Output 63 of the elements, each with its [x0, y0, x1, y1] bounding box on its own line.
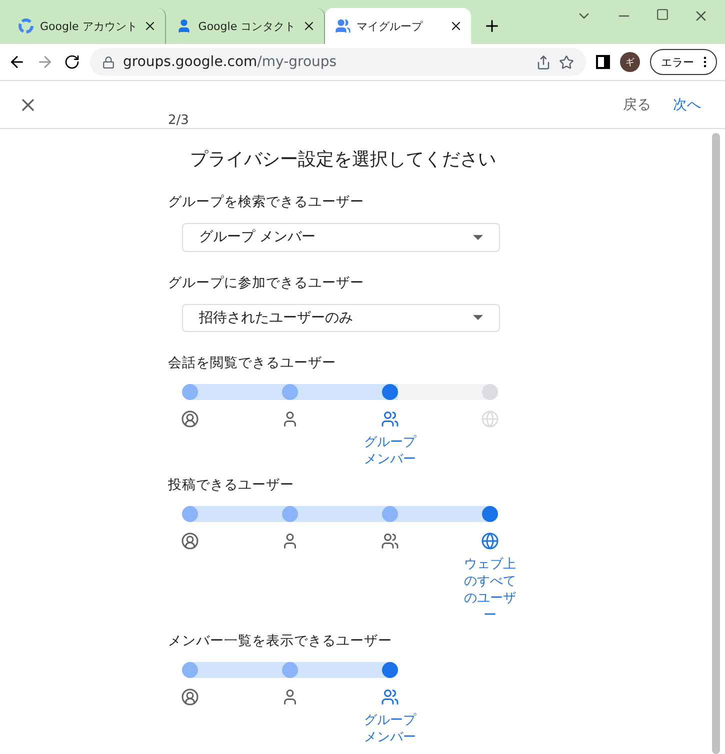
reload-icon[interactable] — [64, 54, 80, 70]
slider-track[interactable] — [182, 384, 498, 400]
browser-tab[interactable]: Google コンタクト — [166, 8, 325, 44]
browser-tab[interactable]: マイグループ — [324, 8, 471, 44]
error-button[interactable]: エラー — [650, 49, 717, 75]
step-caption: グループメンバー — [364, 434, 416, 468]
person-icon — [281, 410, 299, 428]
slider-stop[interactable] — [382, 506, 398, 522]
slider-stop[interactable] — [382, 384, 398, 400]
select-field[interactable]: グループ メンバー — [182, 223, 500, 252]
group-icon — [381, 532, 399, 550]
step-caption: グループメンバー — [364, 712, 416, 746]
slider-track[interactable] — [182, 662, 398, 678]
person-icon — [176, 18, 192, 34]
next-button[interactable]: 次へ — [667, 92, 707, 118]
slider-stop[interactable] — [282, 384, 298, 400]
url-text: groups.google.com/my-groups — [123, 54, 338, 70]
lock-icon — [102, 56, 115, 68]
browser-tab[interactable]: Google アカウント — [8, 8, 166, 44]
group-icon — [334, 18, 351, 34]
slider-stop[interactable] — [182, 662, 198, 678]
owner-icon — [181, 688, 199, 706]
scrollbar[interactable] — [712, 133, 720, 754]
profile-avatar[interactable]: ギ — [620, 52, 640, 72]
slider-stop[interactable] — [282, 662, 298, 678]
group-icon — [381, 410, 399, 428]
setting-label: グループに参加できるユーザー — [168, 274, 365, 292]
share-icon[interactable] — [536, 54, 551, 70]
back-button[interactable]: 戻る — [617, 92, 657, 118]
back-icon[interactable] — [8, 53, 26, 71]
setting-label: 会話を閲覧できるユーザー — [168, 354, 337, 372]
google-logo-icon — [18, 18, 34, 34]
caret-icon — [473, 315, 483, 320]
select-field[interactable]: 招待されたユーザーのみ — [182, 304, 500, 332]
slider-stop[interactable] — [482, 506, 498, 522]
group-icon — [381, 688, 399, 706]
globe-icon — [481, 532, 499, 550]
globe-icon — [481, 410, 499, 428]
slider-stop[interactable] — [182, 384, 198, 400]
slider-stop[interactable] — [182, 506, 198, 522]
slider-stop[interactable] — [382, 662, 398, 678]
caret-icon — [473, 234, 483, 240]
setting-label: メンバー一覧を表示できるユーザー — [168, 632, 393, 650]
star-icon[interactable] — [559, 54, 574, 70]
tab-title: マイグループ — [356, 18, 424, 34]
tab-title: Google アカウント — [40, 18, 138, 34]
slider-stop[interactable] — [482, 384, 498, 400]
slider-track[interactable] — [182, 506, 498, 522]
slider-stop[interactable] — [282, 506, 298, 522]
owner-icon — [181, 532, 199, 550]
setting-label: 投稿できるユーザー — [168, 476, 295, 494]
forward-icon[interactable] — [36, 53, 54, 71]
step-caption: ウェブ上のすべてのユーザー — [464, 556, 516, 624]
maximize-icon[interactable] — [656, 8, 669, 21]
person-icon — [281, 532, 299, 550]
address-bar[interactable]: groups.google.com/my-groups — [90, 48, 586, 76]
person-icon — [281, 688, 299, 706]
setting-label: グループを検索できるユーザー — [168, 193, 365, 211]
owner-icon — [181, 410, 199, 428]
page-title: プライバシー設定を選択してください — [190, 148, 497, 171]
tab-title: Google コンタクト — [198, 18, 296, 34]
step-counter: 2/3 — [168, 113, 189, 128]
side-panel-icon[interactable] — [596, 55, 610, 69]
